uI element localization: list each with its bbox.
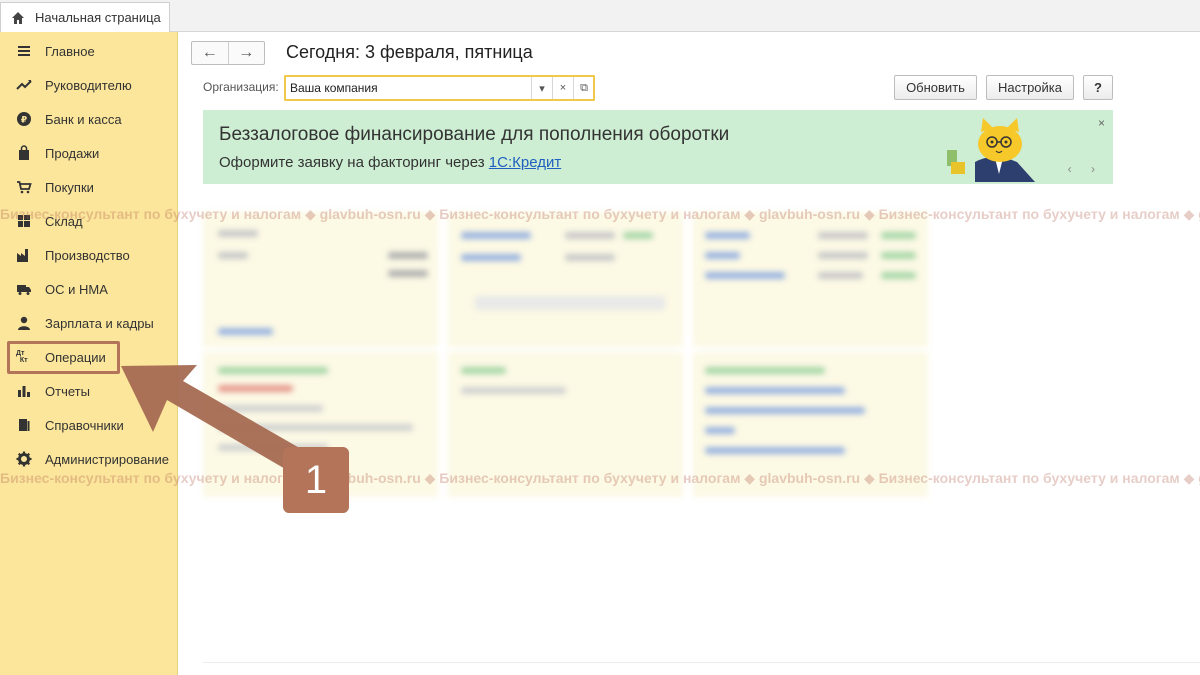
- shopping-bag-icon: [16, 145, 32, 161]
- sidebar-item-label: Главное: [45, 43, 95, 59]
- menu-lines-icon: [16, 43, 32, 59]
- truck-icon: [16, 281, 32, 297]
- tab-bar: Начальная страница: [0, 0, 1200, 32]
- bottom-divider: [203, 662, 1200, 663]
- home-icon: [11, 11, 25, 25]
- banner-title: Беззалоговое финансирование для пополнен…: [219, 124, 730, 145]
- sidebar-item-label: Зарплата и кадры: [45, 315, 154, 331]
- org-input[interactable]: [290, 79, 530, 97]
- org-label: Организация:: [203, 80, 279, 94]
- sidebar-item-label: Банк и касса: [45, 111, 122, 127]
- org-field[interactable]: ▾ × ⧉: [284, 75, 595, 101]
- trend-chart-icon: [16, 77, 32, 93]
- sidebar-item-label: Производство: [45, 247, 130, 263]
- cat-mascot-icon: [947, 118, 1035, 182]
- clear-button[interactable]: ×: [552, 77, 573, 99]
- sidebar-item-label: Покупки: [45, 179, 94, 195]
- sidebar-item-bank[interactable]: ₽ Банк и касса: [0, 102, 178, 136]
- ruble-coin-icon: ₽: [16, 111, 32, 127]
- step-number-badge: 1: [283, 447, 349, 513]
- gear-icon: [16, 451, 32, 467]
- page-title: Сегодня: 3 февраля, пятница: [286, 42, 533, 62]
- back-button[interactable]: ←: [192, 42, 229, 64]
- sidebar-item-sales[interactable]: Продажи: [0, 136, 178, 170]
- sidebar-item-label: ОС и НМА: [45, 281, 108, 297]
- sidebar-item-main[interactable]: Главное: [0, 34, 178, 68]
- banner-close-button[interactable]: ×: [1098, 116, 1105, 130]
- banner-pager[interactable]: ‹ ›: [1068, 162, 1103, 176]
- sidebar-item-label: Справочники: [45, 417, 124, 433]
- sidebar-item-catalogs[interactable]: Справочники: [0, 408, 178, 442]
- person-icon: [16, 315, 32, 331]
- sidebar-item-production[interactable]: Производство: [0, 238, 178, 272]
- sidebar-item-reports[interactable]: Отчеты: [0, 374, 178, 408]
- forward-button[interactable]: →: [229, 42, 265, 64]
- sidebar-item-purchases[interactable]: Покупки: [0, 170, 178, 204]
- svg-text:₽: ₽: [21, 116, 27, 126]
- sidebar-item-label: Администрирование: [45, 451, 169, 467]
- sidebar-item-label: Продажи: [45, 145, 100, 161]
- sidebar-item-label: Отчеты: [45, 383, 90, 399]
- tab-home[interactable]: Начальная страница: [0, 2, 170, 32]
- credit-link[interactable]: 1С:Кредит: [489, 154, 561, 171]
- sidebar-item-manager[interactable]: Руководителю: [0, 68, 178, 102]
- watermark: Бизнес-консультант по бухучету и налогам…: [0, 470, 1200, 486]
- banner-subtitle-text: Оформите заявку на факторинг через: [219, 154, 485, 171]
- operations-highlight: [7, 341, 120, 374]
- settings-button[interactable]: Настройка: [986, 75, 1074, 100]
- history-nav: ← →: [191, 41, 265, 65]
- banner-subtitle: Оформите заявку на факторинг через 1С:Кр…: [219, 154, 561, 171]
- sidebar-item-salary[interactable]: Зарплата и кадры: [0, 306, 178, 340]
- tab-home-label: Начальная страница: [35, 10, 161, 25]
- open-button[interactable]: ⧉: [573, 77, 594, 99]
- sidebar-item-label: Руководителю: [45, 77, 132, 93]
- help-button[interactable]: ?: [1083, 75, 1113, 100]
- sidebar-item-assets[interactable]: ОС и НМА: [0, 272, 178, 306]
- watermark: Бизнес-консультант по бухучету и налогам…: [0, 206, 1200, 222]
- dropdown-button[interactable]: ▾: [531, 77, 552, 99]
- bar-chart-icon: [16, 383, 32, 399]
- cart-icon: [16, 179, 32, 195]
- promo-banner: Беззалоговое финансирование для пополнен…: [203, 110, 1113, 184]
- refresh-button[interactable]: Обновить: [894, 75, 977, 100]
- factory-icon: [16, 247, 32, 263]
- books-icon: [16, 417, 32, 433]
